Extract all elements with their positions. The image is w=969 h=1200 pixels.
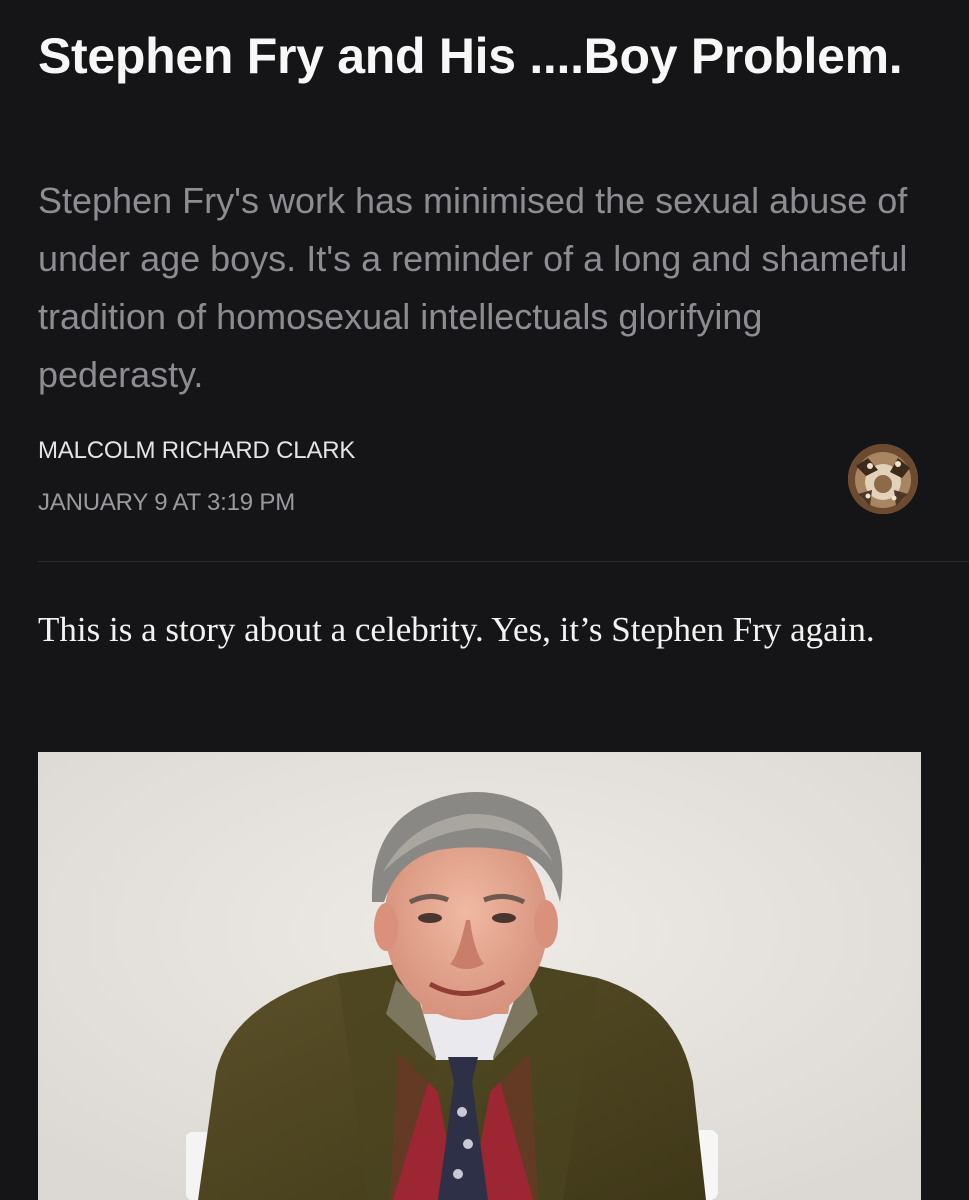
lead-paragraph: This is a story about a celebrity. Yes, … [38, 610, 875, 649]
article-title: Stephen Fry and His ....Boy Problem. [38, 28, 903, 84]
article-subtitle: Stephen Fry's work has minimised the sex… [38, 180, 908, 395]
author-name[interactable]: MALCOLM RICHARD CLARK [38, 432, 355, 470]
byline: MALCOLM RICHARD CLARK JANUARY 9 AT 3:19 … [38, 432, 928, 532]
article: Stephen Fry and His ....Boy Problem. Ste… [0, 0, 969, 1200]
divider [38, 561, 969, 562]
publish-date: JANUARY 9 AT 3:19 PM [38, 489, 296, 516]
article-photo [38, 752, 921, 1200]
avatar-icon[interactable] [848, 444, 918, 514]
